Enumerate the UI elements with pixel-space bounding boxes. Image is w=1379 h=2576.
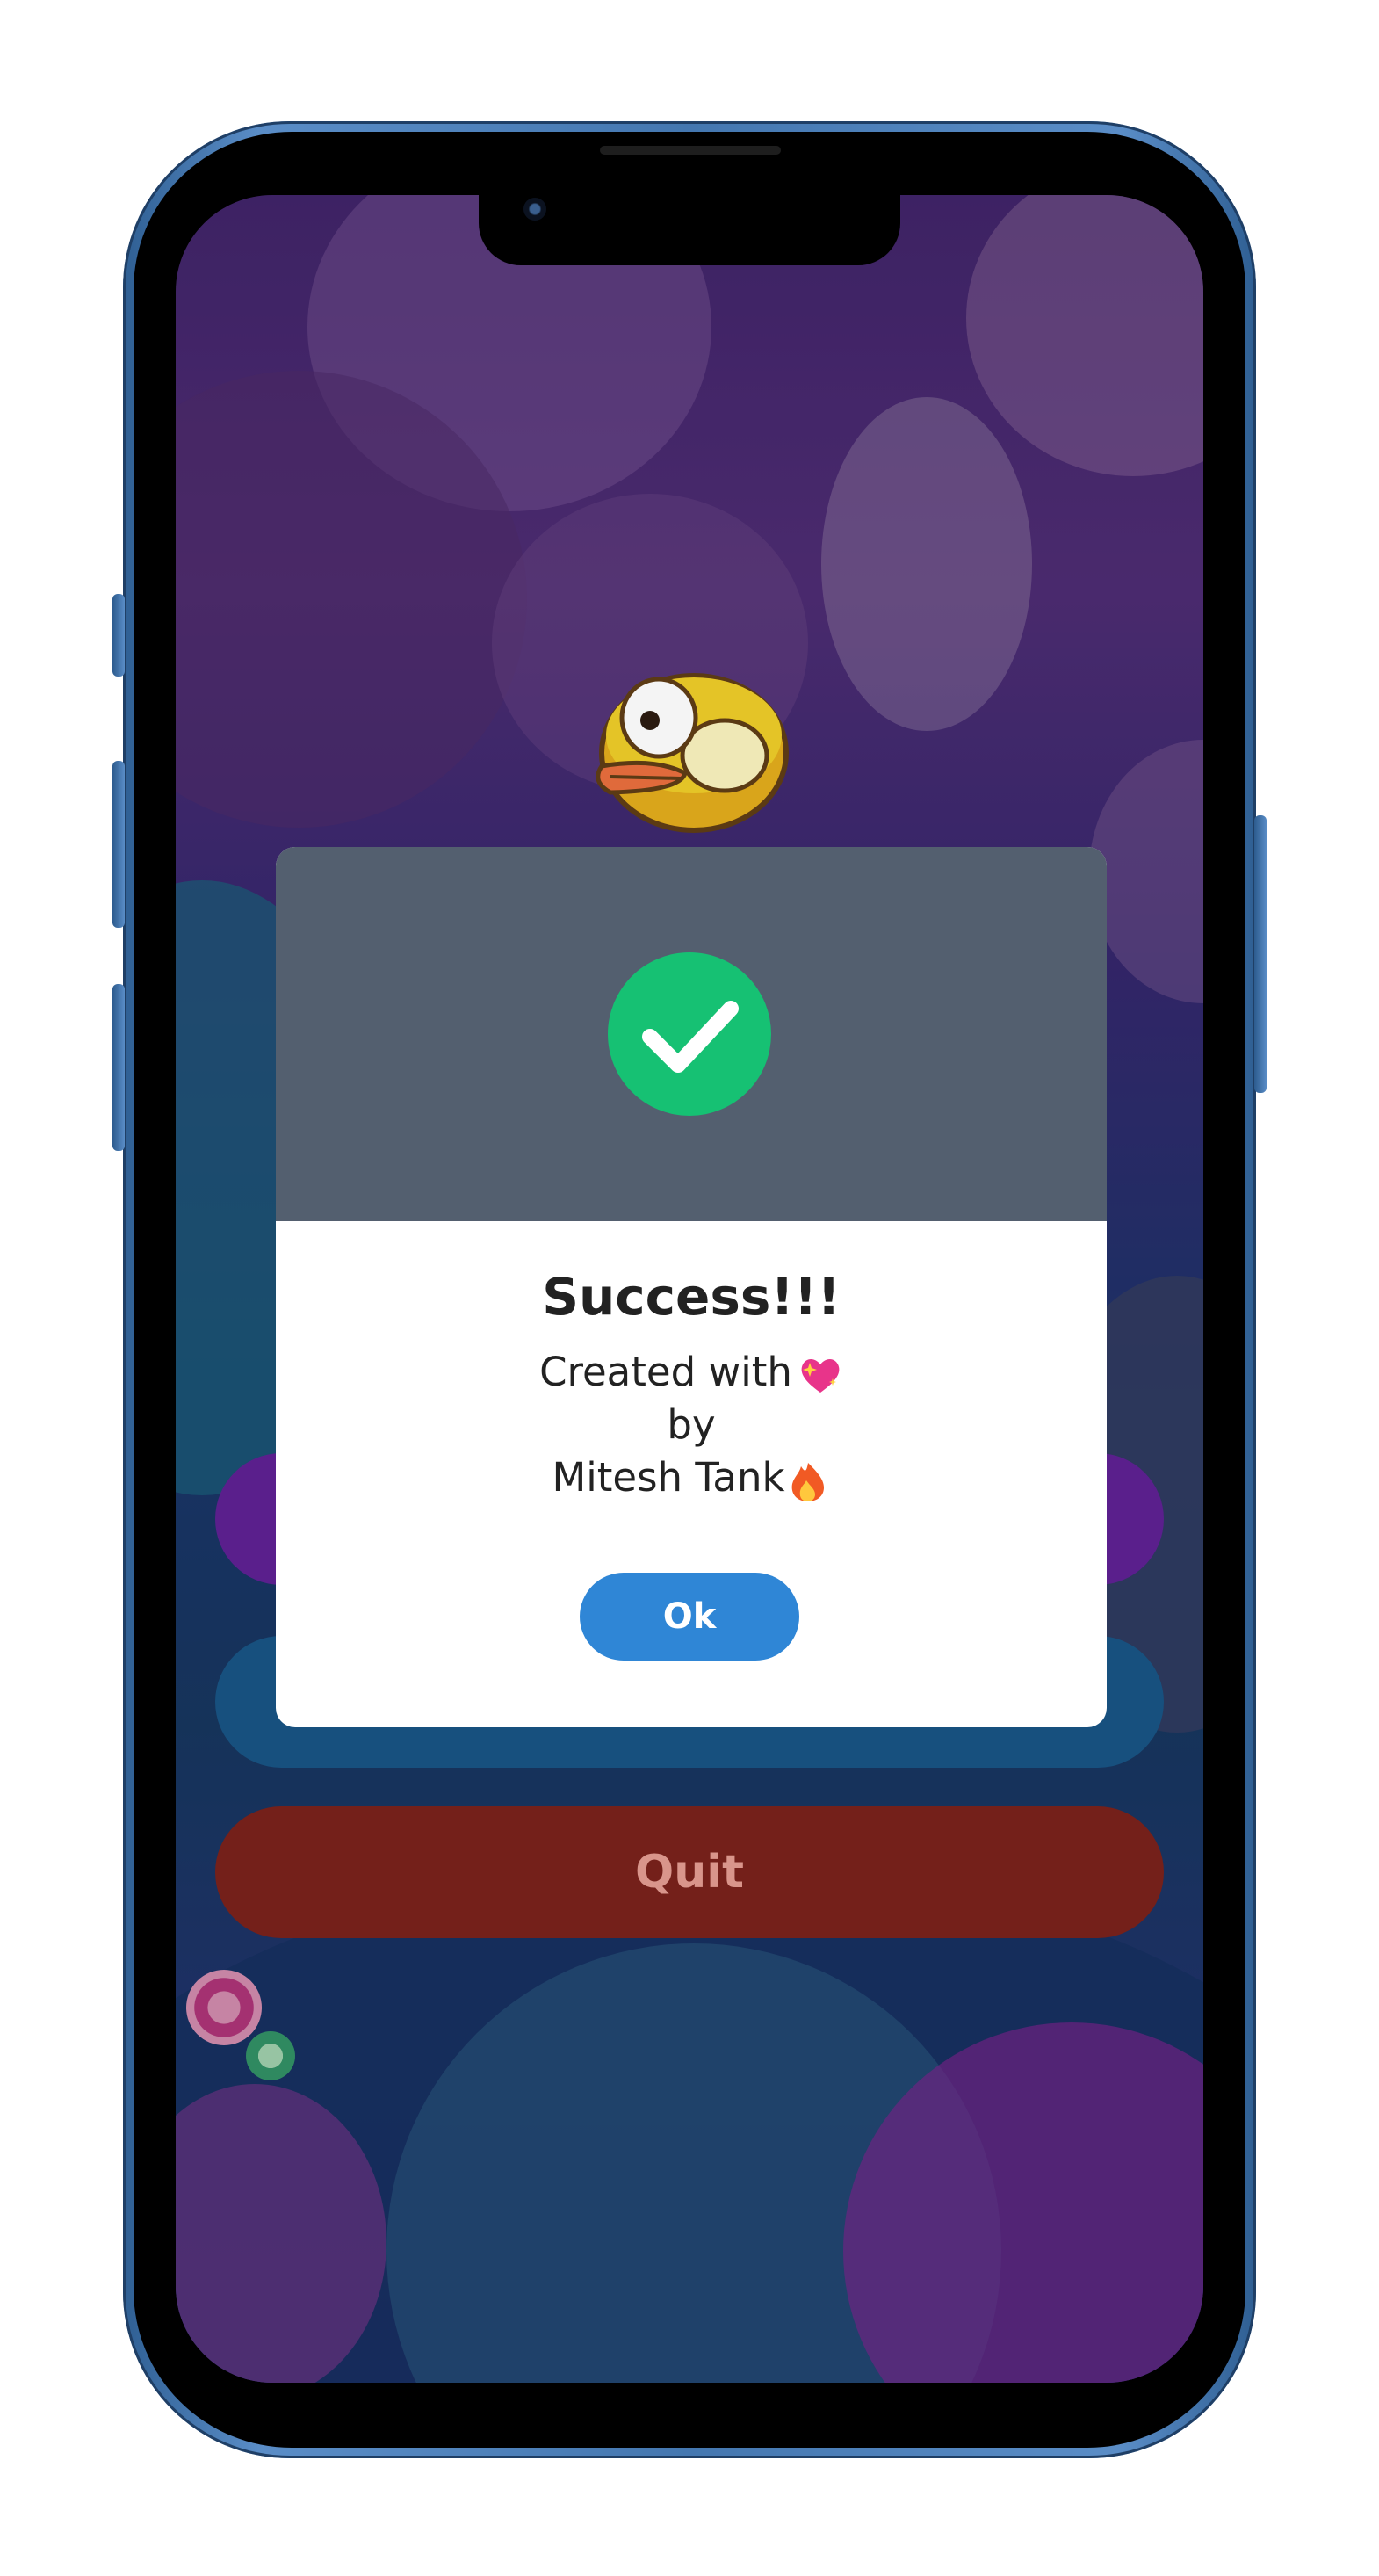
message-line-3: Mitesh Tank [276,1451,1107,1504]
quit-button[interactable]: Quit [215,1806,1164,1938]
front-camera [523,198,546,221]
power-button [1254,815,1267,1093]
message-line-2: by [667,1401,716,1448]
volume-down-button [112,984,125,1151]
message-line-1: Created with [276,1346,1107,1399]
success-dialog: Success!!! Created with by Mitesh Tank O… [276,847,1107,1727]
flappy-bird-icon [596,673,789,833]
fire-icon [791,1463,824,1501]
dialog-title: Success!!! [542,1267,841,1327]
volume-up-button [112,761,125,928]
mute-switch [112,594,125,677]
sparkling-heart-icon [801,1359,840,1393]
earpiece-speaker [600,146,781,155]
dialog-header [276,847,1107,1221]
ok-button[interactable]: Ok [580,1573,799,1661]
created-with-text: Created with [539,1349,792,1395]
dialog-message: Created with by Mitesh Tank [276,1346,1107,1504]
check-circle-icon [608,952,771,1116]
author-name: Mitesh Tank [552,1454,785,1501]
checkmark-icon [642,1001,739,1073]
